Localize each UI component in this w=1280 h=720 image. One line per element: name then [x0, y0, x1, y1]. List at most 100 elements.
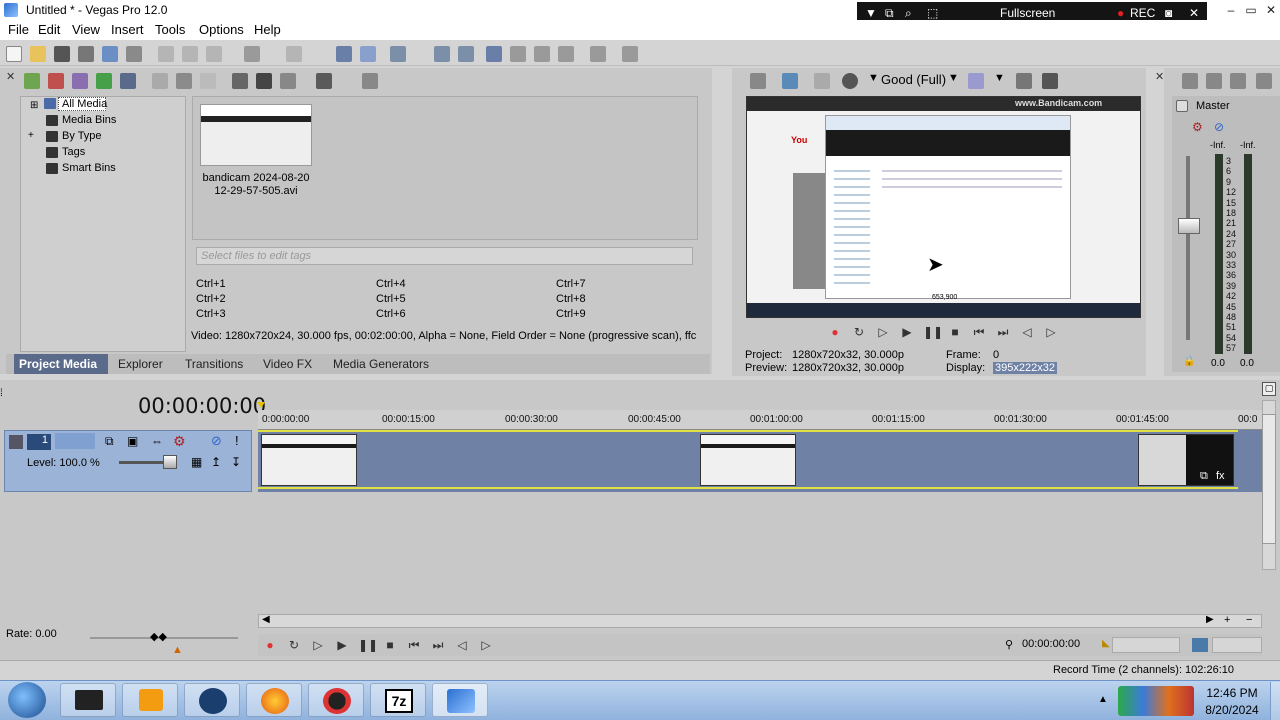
tray-expand-icon[interactable]: ▲ — [1098, 694, 1108, 705]
track-minimize-icon[interactable] — [9, 435, 23, 449]
external-monitor-icon[interactable] — [782, 73, 798, 89]
compositing-mode-icon[interactable]: ⇔ — [151, 434, 163, 448]
menu-edit[interactable]: Edit — [38, 22, 60, 37]
copy-snapshot-icon[interactable] — [1016, 73, 1032, 89]
taskbar-app-1[interactable] — [60, 683, 116, 717]
render-icon[interactable] — [102, 46, 118, 62]
track-gear-icon[interactable]: ⚙ — [173, 433, 186, 450]
close-button[interactable]: ✕ — [1258, 2, 1280, 18]
rec-button[interactable]: REC — [1130, 6, 1155, 20]
selection-start-icon[interactable]: ◣ — [1102, 638, 1110, 649]
preview-quality-dropdown[interactable]: Good (Full) — [881, 72, 946, 87]
make-compositing-parent-icon[interactable]: ↧ — [231, 455, 241, 469]
copy-icon[interactable] — [182, 46, 198, 62]
tab-project-media[interactable]: Project Media — [19, 357, 97, 371]
overlays-icon[interactable] — [968, 73, 984, 89]
tree-item-smart-bins[interactable]: Smart Bins — [62, 162, 116, 174]
expand-by-type-icon[interactable]: + — [28, 130, 34, 141]
quality-chevron-icon[interactable]: ▼ — [948, 72, 959, 84]
next-frame-icon[interactable]: ▷ — [1043, 324, 1059, 340]
open-icon[interactable] — [30, 46, 46, 62]
track-fx-icon[interactable]: ▣ — [127, 434, 138, 448]
taskbar-media-player[interactable] — [122, 683, 178, 717]
search-icon[interactable]: ⌕ — [905, 6, 912, 21]
new-icon[interactable] — [6, 46, 22, 62]
zoom-in-icon[interactable]: + — [1224, 614, 1230, 626]
media-fx-icon[interactable] — [120, 73, 136, 89]
menu-file[interactable]: File — [8, 22, 29, 37]
preview-fx-icon[interactable] — [814, 73, 830, 89]
tree-item-media-bins[interactable]: Media Bins — [62, 114, 116, 126]
vertical-scrollbar-thumb[interactable] — [1262, 414, 1276, 544]
loop-icon[interactable]: ↻ — [851, 324, 867, 340]
help-icon[interactable] — [622, 46, 638, 62]
zoom-out-icon[interactable]: − — [1246, 614, 1252, 626]
tree-item-tags[interactable]: Tags — [62, 146, 85, 158]
horizontal-scrollbar[interactable] — [258, 614, 1262, 628]
properties-icon[interactable] — [126, 46, 142, 62]
tab-media-generators[interactable]: Media Generators — [333, 357, 429, 371]
track-mute-icon[interactable]: ⊘ — [211, 433, 222, 449]
timeline-stop-icon[interactable]: ■ — [382, 637, 398, 653]
menu-options[interactable]: Options — [199, 22, 244, 37]
master-menu-icon[interactable] — [1256, 73, 1272, 89]
rate-slider-handle[interactable]: ◆◆ — [150, 630, 167, 643]
scroll-right-icon[interactable]: ▶ — [1206, 614, 1214, 625]
master-fader-handle[interactable] — [1178, 218, 1200, 234]
panel-close-icon[interactable]: ✕ — [6, 70, 18, 130]
master-fx-icon[interactable]: ⚙ — [1192, 120, 1203, 134]
downmix-icon[interactable] — [1206, 73, 1222, 89]
import-media-icon[interactable] — [24, 73, 40, 89]
master-close-icon[interactable]: ✕ — [1155, 70, 1164, 83]
tree-item-all-media[interactable]: All Media — [62, 98, 107, 110]
window-mode-icon[interactable]: ⧉ — [885, 6, 894, 21]
remove-icon[interactable] — [152, 73, 168, 89]
media-properties-icon[interactable] — [176, 73, 192, 89]
event-pan-crop-icon[interactable]: ⧉ — [1200, 470, 1208, 483]
zoom-tool-icon[interactable] — [558, 46, 574, 62]
taskbar-app-3[interactable] — [184, 683, 240, 717]
views-icon[interactable] — [316, 73, 332, 89]
capture-icon[interactable] — [48, 73, 64, 89]
redo-icon[interactable] — [286, 46, 302, 62]
master-toggle-icon[interactable] — [1176, 100, 1188, 112]
pause-icon[interactable]: ❚❚ — [923, 324, 943, 340]
go-to-end-icon[interactable]: ⏭ — [995, 324, 1011, 340]
timeline-play-icon[interactable]: ▶ — [334, 637, 350, 653]
tab-explorer[interactable]: Explorer — [118, 357, 163, 371]
marker-icon[interactable]: ⚲ — [1005, 638, 1013, 651]
taskbar-bandicam[interactable] — [308, 683, 364, 717]
level-slider-handle[interactable] — [163, 455, 177, 469]
preview-play-icon[interactable] — [232, 73, 248, 89]
enable-snapping-icon[interactable] — [486, 46, 502, 62]
make-compositing-child-icon[interactable]: ↥ — [211, 455, 221, 469]
media-thumbnail[interactable] — [200, 104, 312, 166]
dim-output-icon[interactable] — [1230, 73, 1246, 89]
show-desktop-button[interactable] — [1270, 682, 1280, 720]
camera-icon[interactable]: ◙ — [1165, 6, 1172, 20]
undo-icon[interactable] — [244, 46, 260, 62]
auto-crossfade-icon[interactable] — [510, 46, 526, 62]
lock-envelopes-icon[interactable] — [434, 46, 450, 62]
taskbar-7zip[interactable]: 7z — [370, 683, 426, 717]
save-as-icon[interactable] — [78, 46, 94, 62]
timeline-record-icon[interactable]: ● — [262, 637, 278, 653]
stop-icon[interactable]: ■ — [947, 324, 963, 340]
selection-start-field[interactable] — [1112, 637, 1180, 653]
composite-parent-icon[interactable]: ▦ — [191, 455, 202, 469]
auto-ripple-icon[interactable] — [390, 46, 406, 62]
play-from-start-icon[interactable]: ▷ — [875, 324, 891, 340]
overlays-chevron-icon[interactable]: ▼ — [994, 72, 1005, 84]
project-video-properties-icon[interactable] — [750, 73, 766, 89]
region-icon[interactable]: ⬚ — [927, 6, 938, 20]
auto-preview-icon[interactable] — [280, 73, 296, 89]
prev-frame-icon[interactable]: ◁ — [1019, 324, 1035, 340]
start-button[interactable] — [8, 682, 46, 718]
event-fx-icon[interactable]: fx — [1216, 470, 1225, 482]
track-motion-icon[interactable]: ⧉ — [105, 434, 114, 449]
track-header[interactable]: 1 ⧉ ▣ ⇔ ⚙ ⊘ ! Level: 100.0 % ▦ ↥ ↧ — [4, 430, 252, 492]
taskbar-vegas[interactable] — [432, 683, 488, 717]
search-media-icon[interactable] — [362, 73, 378, 89]
save-icon[interactable] — [54, 46, 70, 62]
timeline-prev-frame-icon[interactable]: ◁ — [454, 637, 470, 653]
